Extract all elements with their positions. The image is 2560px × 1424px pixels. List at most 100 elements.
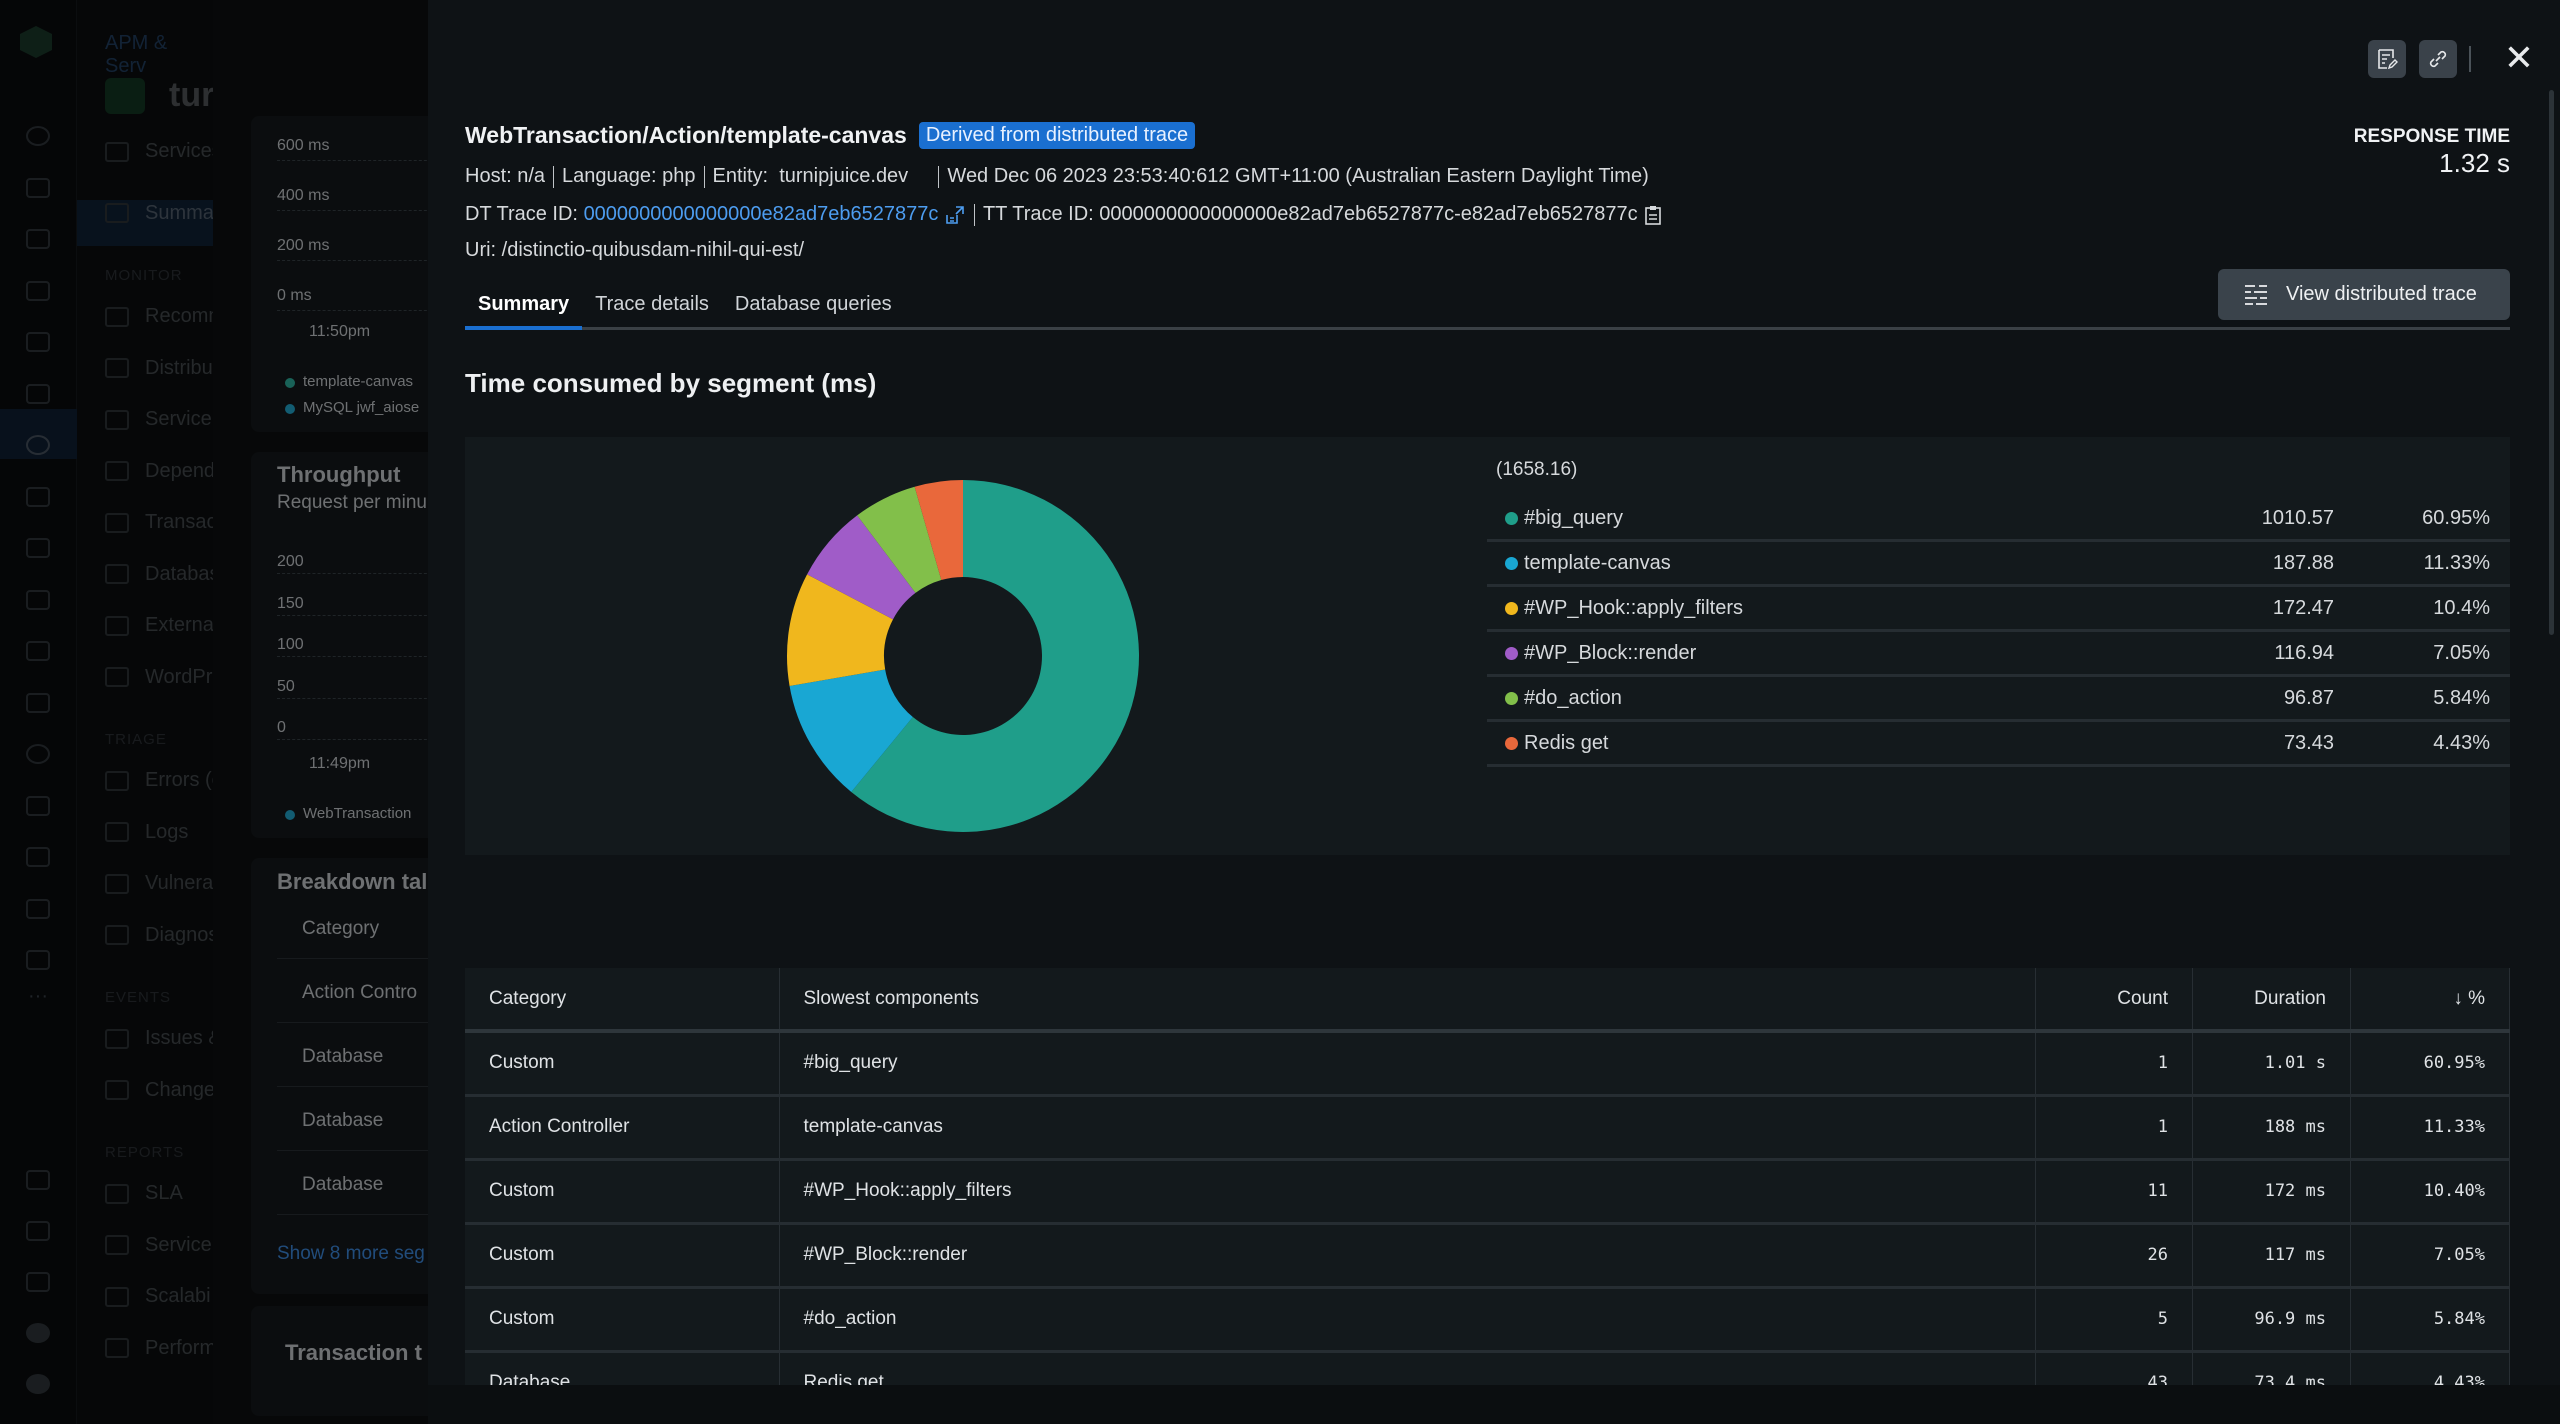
show-more-link[interactable]: Show 8 more seg [277, 1243, 425, 1265]
breadcrumb[interactable]: APM & Serv [105, 32, 213, 78]
legend-row[interactable]: #do_action 96.87 5.84% [1487, 677, 2510, 722]
inbox-icon[interactable] [26, 898, 50, 919]
legend-row[interactable]: #big_query 1010.57 60.95% [1487, 497, 2510, 542]
target-icon[interactable] [26, 744, 50, 764]
add-user-icon[interactable] [26, 1272, 50, 1292]
axis-tick: 600 ms [277, 137, 330, 154]
grid-icon[interactable] [26, 229, 50, 249]
legend-row[interactable]: template-canvas 187.88 11.33% [1487, 542, 2510, 587]
legend-row[interactable]: Redis get 73.43 4.43% [1487, 722, 2510, 767]
nav-item[interactable]: Databas [105, 563, 213, 586]
nav-item[interactable]: Services [105, 140, 213, 163]
row-divider [277, 958, 428, 959]
plus-icon[interactable] [26, 177, 50, 198]
legend-row[interactable]: #WP_Hook::apply_filters 172.47 10.4% [1487, 587, 2510, 632]
nav-item-label: Databas [145, 562, 213, 585]
table-cell: 172 ms [2192, 1159, 2351, 1225]
row-divider [277, 1150, 428, 1151]
table-row[interactable]: Custom #do_action 5 96.9 ms 5.84% [465, 1287, 2510, 1353]
gridline [277, 310, 428, 311]
entity-link[interactable]: turnipjuice.dev [779, 165, 908, 187]
browser-icon[interactable] [26, 795, 50, 816]
nav-item[interactable]: Perform [105, 1337, 213, 1360]
background-page: 600 ms 400 ms 200 ms 0 ms 11:50pm template-ca… [213, 0, 428, 1424]
search-icon[interactable] [26, 126, 50, 146]
nav-item[interactable]: Externa [105, 614, 213, 637]
dashboard-icon[interactable] [26, 332, 50, 352]
table-cell: 96.9 ms [2192, 1287, 2351, 1353]
table-row[interactable]: Custom #WP_Hook::apply_filters 11 172 ms 10.… [465, 1159, 2510, 1225]
nav-item-label: Issues & [145, 1027, 213, 1049]
nav-item[interactable]: Service [105, 408, 212, 431]
nav-item[interactable]: Issues & [105, 1027, 213, 1050]
globe-icon[interactable] [26, 435, 50, 455]
response-time: RESPONSE TIME 1.32 s [2354, 126, 2510, 179]
table-cell: 7.05% [2350, 1223, 2510, 1289]
avatar[interactable] [26, 1374, 50, 1394]
nav-item[interactable]: Diagnos [105, 924, 213, 947]
nav-item[interactable]: Change [105, 1079, 213, 1102]
upgrade-icon[interactable] [26, 1323, 50, 1343]
copy-link-button[interactable] [2419, 40, 2457, 78]
table-row[interactable]: Database Redis get 43 73.4 ms 4.43% [465, 1351, 2510, 1385]
axis-tick: 400 ms [277, 187, 330, 204]
copy-icon[interactable] [1643, 204, 1663, 226]
table-cell: 73.4 ms [2192, 1351, 2351, 1385]
robot-icon[interactable] [26, 589, 50, 610]
axis-tick: 100 [277, 636, 304, 653]
table-cell: Database [465, 1351, 780, 1385]
axis-tick: 200 [277, 553, 304, 570]
close-button[interactable]: ✕ [2500, 40, 2538, 78]
tab-summary[interactable]: Summary [465, 290, 583, 330]
table-cell: Custom [465, 1031, 780, 1097]
nav-item[interactable]: SLA [105, 1182, 183, 1205]
table-row[interactable]: Custom #big_query 1 1.01 s 60.95% [465, 1031, 2510, 1097]
tab-trace-details[interactable]: Trace details [582, 290, 722, 328]
nav-item[interactable]: Depend [105, 460, 213, 483]
nav-section-label: MONITOR [105, 267, 183, 284]
more-icon[interactable]: ··· [28, 985, 48, 1008]
nav-item[interactable]: Vulnera [105, 872, 213, 895]
nav-item[interactable]: Logs [105, 821, 188, 844]
terminal-icon[interactable] [26, 383, 50, 404]
columns-icon[interactable] [26, 692, 50, 713]
logo-icon[interactable] [20, 26, 52, 58]
mobile-icon[interactable] [26, 847, 50, 867]
dt-trace-link[interactable]: 0000000000000000e82ad7eb6527877c [584, 203, 939, 225]
help-icon[interactable] [26, 1221, 50, 1241]
nav-item[interactable]: Distribu [105, 357, 213, 380]
layers-icon[interactable] [26, 950, 50, 970]
table-cell: 1 [2035, 1031, 2193, 1097]
alert-icon[interactable] [26, 641, 50, 661]
list-icon[interactable] [26, 538, 50, 558]
nav-item[interactable]: Recomm [105, 305, 213, 328]
nav-item[interactable]: Errors (e [105, 769, 213, 792]
table-row[interactable]: Action Controller template-canvas 1 188 ms 1… [465, 1095, 2510, 1161]
axis-tick: 150 [277, 594, 304, 612]
nav-item-icon [105, 461, 129, 481]
ticket-icon[interactable] [26, 280, 50, 301]
legend-value: 116.94 [2274, 641, 2334, 664]
edit-notes-button[interactable] [2368, 40, 2406, 78]
nav-item[interactable]: Scalabi [105, 1285, 211, 1308]
uri: Uri: /distinctio-quibusdam-nihil-qui-est… [465, 239, 805, 261]
legend-value: 172.47 [2272, 596, 2334, 619]
feedback-icon[interactable] [26, 1170, 50, 1190]
derived-badge: Derived from distributed trace [918, 122, 1196, 149]
external-link-icon[interactable] [944, 204, 966, 226]
nav-item[interactable]: Service [105, 1234, 212, 1257]
nav-item-icon [105, 203, 129, 223]
table-row[interactable]: Custom #WP_Block::render 26 117 ms 7.05% [465, 1223, 2510, 1289]
nav-section-label: EVENTS [105, 989, 172, 1006]
nav-item[interactable]: Summa [105, 202, 213, 225]
nav-item-label: Diagnos [145, 923, 213, 946]
nav-item[interactable]: WordPr [105, 666, 212, 689]
scrollbar[interactable] [2549, 90, 2554, 635]
tab-database-queries[interactable]: Database queries [722, 290, 905, 328]
nav-item[interactable]: Transac [105, 511, 213, 534]
column-header[interactable]: ↓ % [2350, 968, 2510, 1033]
legend-row[interactable]: #WP_Block::render 116.94 7.05% [1487, 632, 2510, 677]
document-icon[interactable] [26, 486, 50, 507]
entity-icon [105, 78, 145, 114]
entity-label: Entity: [712, 165, 769, 187]
